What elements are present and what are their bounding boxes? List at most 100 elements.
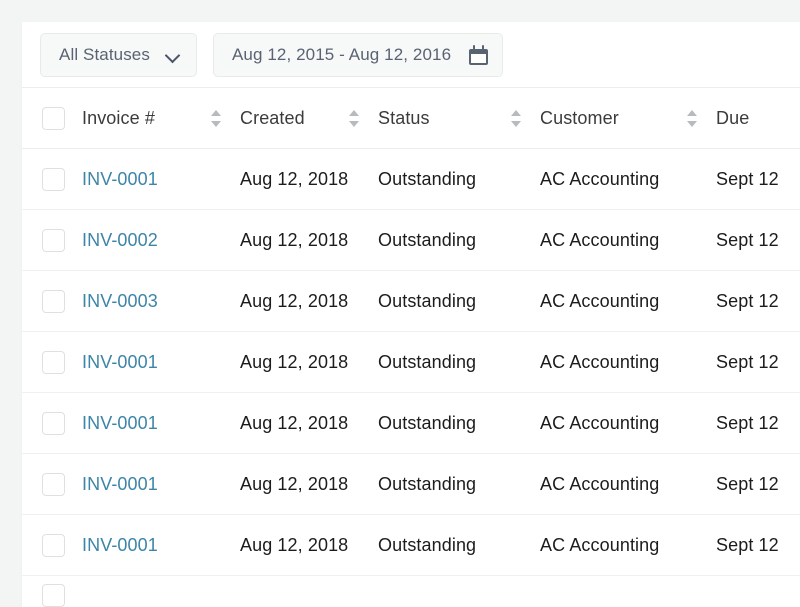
sort-toggle-status[interactable] bbox=[511, 110, 522, 127]
table-row[interactable] bbox=[22, 576, 800, 607]
row-select-cell bbox=[22, 149, 82, 210]
cell-invoice: INV-0001 bbox=[82, 454, 240, 515]
cell-status: Outstanding bbox=[378, 149, 540, 210]
row-checkbox[interactable] bbox=[42, 584, 65, 607]
column-header-invoice[interactable]: Invoice # bbox=[82, 88, 240, 149]
table-row[interactable]: INV-0001 Aug 12, 2018 Outstanding AC Accoun… bbox=[22, 515, 800, 576]
cell-invoice: INV-0002 bbox=[82, 210, 240, 271]
cell-due: Sept 12 bbox=[716, 332, 800, 393]
table-row[interactable]: INV-0001Aug 12, 2018OutstandingAC Accoun… bbox=[22, 454, 800, 515]
cell-invoice: INV-0001 bbox=[82, 393, 240, 454]
sort-toggle-created[interactable] bbox=[349, 110, 360, 127]
cell-due: Sept 12 bbox=[716, 515, 800, 576]
cell-text-customer: AC Accounting bbox=[540, 169, 659, 189]
cell-created bbox=[240, 576, 378, 607]
row-checkbox[interactable] bbox=[42, 168, 65, 191]
cell-customer: AC Accounting bbox=[540, 149, 716, 210]
cell-text-status: Outstanding bbox=[378, 535, 476, 555]
row-checkbox[interactable] bbox=[42, 534, 65, 557]
cell-text-created: Aug 12, 2018 bbox=[240, 230, 348, 250]
cell-invoice: INV-0003 bbox=[82, 271, 240, 332]
invoice-link[interactable]: INV-0001 bbox=[82, 535, 158, 555]
table-row[interactable]: INV-0002 Aug 12, 2018 OutstandingAC Accoun… bbox=[22, 210, 800, 271]
cell-text-status: Outstanding bbox=[378, 169, 476, 189]
table-row[interactable]: INV-0001Aug 12, 2018OutstandingAC Accoun… bbox=[22, 332, 800, 393]
cell-customer: AC Accounting bbox=[540, 393, 716, 454]
cell-due: Sept 12 bbox=[716, 393, 800, 454]
cell-text-due: Sept 12 bbox=[716, 352, 779, 372]
row-select-cell bbox=[22, 210, 82, 271]
row-checkbox[interactable] bbox=[42, 351, 65, 374]
row-checkbox[interactable] bbox=[42, 290, 65, 313]
cell-status: Outstanding bbox=[378, 271, 540, 332]
cell-text-created: Aug 12, 2018 bbox=[240, 413, 348, 433]
row-checkbox[interactable] bbox=[42, 412, 65, 435]
column-header-customer[interactable]: Customer bbox=[540, 88, 716, 149]
column-label-customer: Customer bbox=[540, 108, 619, 129]
status-filter-label: All Statuses bbox=[59, 45, 150, 65]
table-row[interactable]: INV-0001 Aug 12, 2018Outstanding AC Accoun… bbox=[22, 149, 800, 210]
cell-text-due: Sept 12 bbox=[716, 474, 779, 494]
cell-text-customer: AC Accounting bbox=[540, 474, 659, 494]
cell-status: Outstanding bbox=[378, 210, 540, 271]
date-range-picker[interactable]: Aug 12, 2015 - Aug 12, 2016 bbox=[213, 33, 503, 77]
cell-status: Outstanding bbox=[378, 332, 540, 393]
invoice-link[interactable]: INV-0001 bbox=[82, 169, 158, 189]
row-select-cell bbox=[22, 576, 82, 607]
invoice-link[interactable]: INV-0001 bbox=[82, 413, 158, 433]
cell-text-created: Aug 12, 2018 bbox=[240, 352, 348, 372]
column-header-created[interactable]: Created bbox=[240, 88, 378, 149]
row-select-cell bbox=[22, 515, 82, 576]
cell-due: Sept 12 bbox=[716, 149, 800, 210]
table-row[interactable]: INV-0001Aug 12, 2018OutstandingAC Accoun… bbox=[22, 393, 800, 454]
row-select-cell bbox=[22, 271, 82, 332]
cell-due bbox=[716, 576, 800, 607]
invoice-link[interactable]: INV-0001 bbox=[82, 474, 158, 494]
cell-text-status: Outstanding bbox=[378, 352, 476, 372]
cell-text-due: Sept 12 bbox=[716, 291, 779, 311]
table-row[interactable]: INV-0003 Aug 12, 2018Outstanding AC Accoun… bbox=[22, 271, 800, 332]
cell-created: Aug 12, 2018 bbox=[240, 515, 378, 576]
row-checkbox[interactable] bbox=[42, 473, 65, 496]
cell-due: Sept 12 bbox=[716, 454, 800, 515]
column-label-created: Created bbox=[240, 108, 305, 129]
cell-text-due: Sept 12 bbox=[716, 169, 779, 189]
row-select-cell bbox=[22, 454, 82, 515]
invoice-link[interactable]: INV-0001 bbox=[82, 352, 158, 372]
invoices-table: Invoice # Created Status bbox=[22, 88, 800, 607]
row-select-cell bbox=[22, 393, 82, 454]
cell-text-created: Aug 12, 2018 bbox=[240, 535, 348, 555]
column-label-due: Due bbox=[716, 108, 749, 129]
row-checkbox[interactable] bbox=[42, 229, 65, 252]
invoice-link[interactable]: INV-0003 bbox=[82, 291, 158, 311]
select-all-checkbox[interactable] bbox=[42, 107, 65, 130]
cell-invoice: INV-0001 bbox=[82, 515, 240, 576]
cell-customer: AC Accounting bbox=[540, 210, 716, 271]
chevron-down-icon bbox=[166, 48, 180, 62]
column-header-status[interactable]: Status bbox=[378, 88, 540, 149]
sort-toggle-invoice[interactable] bbox=[211, 110, 222, 127]
status-filter-select[interactable]: All Statuses bbox=[40, 33, 197, 77]
cell-text-customer: AC Accounting bbox=[540, 413, 659, 433]
cell-created: Aug 12, 2018 bbox=[240, 271, 378, 332]
cell-status: Outstanding bbox=[378, 515, 540, 576]
cell-customer: AC Accounting bbox=[540, 515, 716, 576]
invoice-list-card: All Statuses Aug 12, 2015 - Aug 12, 2016 bbox=[22, 22, 800, 607]
cell-text-due: Sept 12 bbox=[716, 535, 779, 555]
cell-due: Sept 12 bbox=[716, 210, 800, 271]
cell-created: Aug 12, 2018 bbox=[240, 149, 378, 210]
cell-customer: AC Accounting bbox=[540, 454, 716, 515]
cell-text-status: Outstanding bbox=[378, 291, 476, 311]
column-label-status: Status bbox=[378, 108, 430, 129]
cell-customer: AC Accounting bbox=[540, 271, 716, 332]
calendar-icon[interactable] bbox=[469, 45, 488, 65]
sort-toggle-customer[interactable] bbox=[687, 110, 698, 127]
invoice-link[interactable]: INV-0002 bbox=[82, 230, 158, 250]
table-body: INV-0001Aug 12, 2018OutstandingAC Accoun… bbox=[22, 149, 800, 607]
row-select-cell bbox=[22, 332, 82, 393]
column-header-due[interactable]: Due bbox=[716, 88, 800, 149]
cell-text-due: Sept 12 bbox=[716, 413, 779, 433]
date-range-value: Aug 12, 2015 - Aug 12, 2016 bbox=[232, 45, 451, 65]
cell-text-created: Aug 12, 2018 bbox=[240, 474, 348, 494]
cell-status bbox=[378, 576, 540, 607]
